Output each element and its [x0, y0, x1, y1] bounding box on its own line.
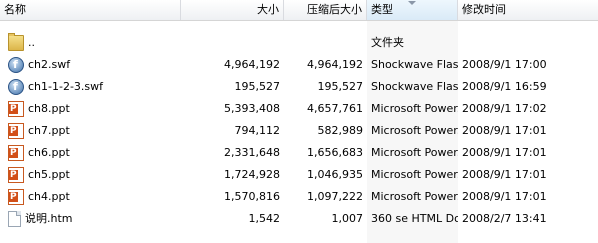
- file-name: 说明.htm: [25, 212, 73, 225]
- file-compressed-size: 1,007: [331, 212, 364, 225]
- file-rows: .. 文件夹 ch2.swf 4,964,192 4,964,192 Shockwave …: [0, 32, 598, 230]
- file-name-cell: ch7.ppt: [0, 120, 181, 142]
- file-name: ch5.ppt: [28, 168, 70, 181]
- powerpoint-icon: [8, 101, 24, 117]
- html-document-icon: [8, 211, 21, 227]
- file-row[interactable]: 说明.htm 1,542 1,007 360 se HTML Do... 2008/2/…: [0, 208, 598, 230]
- file-type: Microsoft Power...: [371, 190, 458, 203]
- file-name-cell: ch6.ppt: [0, 142, 181, 164]
- file-name-cell: ch8.ppt: [0, 98, 181, 120]
- file-name-cell: ch4.ppt: [0, 186, 181, 208]
- column-header-modified[interactable]: 修改时间: [458, 0, 598, 20]
- file-size: 195,527: [234, 80, 281, 93]
- file-type: 文件夹: [371, 36, 404, 49]
- file-type: Shockwave Flash...: [371, 80, 458, 93]
- file-row[interactable]: ch8.ppt 5,393,408 4,657,761 Microsoft Power…: [0, 98, 598, 120]
- file-row[interactable]: ch1-1-2-3.swf 195,527 195,527 Shockwave Fla…: [0, 76, 598, 98]
- file-name: ch7.ppt: [28, 124, 70, 137]
- file-name: ch2.swf: [28, 58, 71, 71]
- file-compressed-size: 4,964,192: [307, 58, 363, 71]
- file-name-cell: ch2.swf: [0, 54, 181, 76]
- file-name: ..: [28, 36, 35, 49]
- file-name: ch8.ppt: [28, 102, 70, 115]
- file-compressed-size: 1,046,935: [307, 168, 363, 181]
- file-type: Shockwave Flash...: [371, 58, 458, 71]
- file-name-cell: ch1-1-2-3.swf: [0, 76, 181, 98]
- file-size: 1,542: [248, 212, 281, 225]
- file-row[interactable]: ch7.ppt 794,112 582,989 Microsoft Power... 2…: [0, 120, 598, 142]
- file-type: 360 se HTML Do...: [371, 212, 458, 225]
- file-size: 2,331,648: [224, 146, 280, 159]
- file-compressed-size: 582,989: [317, 124, 364, 137]
- file-modified: 2008/2/7 13:41: [462, 212, 547, 225]
- file-name-cell: ch5.ppt: [0, 164, 181, 186]
- file-modified: 2008/9/1 17:01: [462, 124, 547, 137]
- file-compressed-size: 1,097,222: [307, 190, 363, 203]
- column-header-bar: 名称 大小 压缩后大小 类型 修改时间: [0, 0, 598, 21]
- file-modified: 2008/9/1 17:02: [462, 102, 547, 115]
- sort-arrow-icon: [408, 1, 416, 5]
- column-header-size[interactable]: 大小: [181, 0, 284, 20]
- file-list: 名称 大小 压缩后大小 类型 修改时间 .. 文件夹 ch2.swf 4,964,19…: [0, 0, 598, 243]
- file-compressed-size: 1,656,683: [307, 146, 363, 159]
- column-header-type[interactable]: 类型: [367, 0, 458, 20]
- file-type: Microsoft Power...: [371, 124, 458, 137]
- powerpoint-icon: [8, 189, 24, 205]
- file-type: Microsoft Power...: [371, 102, 458, 115]
- column-header-compressed-size[interactable]: 压缩后大小: [284, 0, 367, 20]
- powerpoint-icon: [8, 145, 24, 161]
- file-compressed-size: 195,527: [317, 80, 364, 93]
- file-name: ch1-1-2-3.swf: [28, 80, 104, 93]
- powerpoint-icon: [8, 123, 24, 139]
- file-compressed-size: 4,657,761: [307, 102, 363, 115]
- file-size: [181, 32, 284, 54]
- file-type: Microsoft Power...: [371, 146, 458, 159]
- file-type: Microsoft Power...: [371, 168, 458, 181]
- flash-icon: [8, 79, 24, 95]
- file-size: 794,112: [234, 124, 281, 137]
- file-modified: 2008/9/1 17:01: [462, 190, 547, 203]
- file-modified: [458, 32, 598, 54]
- file-size: 4,964,192: [224, 58, 280, 71]
- file-row[interactable]: ch2.swf 4,964,192 4,964,192 Shockwave Flash…: [0, 54, 598, 76]
- file-modified: 2008/9/1 17:01: [462, 168, 547, 181]
- file-name: ch6.ppt: [28, 146, 70, 159]
- column-header-name[interactable]: 名称: [0, 0, 181, 20]
- file-size: 1,724,928: [224, 168, 280, 181]
- file-name-cell: 说明.htm: [0, 208, 181, 230]
- file-size: 5,393,408: [224, 102, 280, 115]
- folder-icon: [8, 33, 24, 51]
- file-size: 1,570,816: [224, 190, 280, 203]
- file-row[interactable]: ch5.ppt 1,724,928 1,046,935 Microsoft Power…: [0, 164, 598, 186]
- file-row[interactable]: ch6.ppt 2,331,648 1,656,683 Microsoft Power…: [0, 142, 598, 164]
- file-modified: 2008/9/1 17:00: [462, 58, 547, 71]
- file-row[interactable]: ch4.ppt 1,570,816 1,097,222 Microsoft Power…: [0, 186, 598, 208]
- flash-icon: [8, 57, 24, 73]
- powerpoint-icon: [8, 167, 24, 183]
- column-header-type-label: 类型: [371, 3, 393, 16]
- file-name-cell: ..: [0, 32, 181, 54]
- file-compressed-size: [284, 32, 367, 54]
- file-modified: 2008/9/1 16:59: [462, 80, 547, 93]
- file-name: ch4.ppt: [28, 190, 70, 203]
- file-row[interactable]: .. 文件夹: [0, 32, 598, 54]
- file-modified: 2008/9/1 17:01: [462, 146, 547, 159]
